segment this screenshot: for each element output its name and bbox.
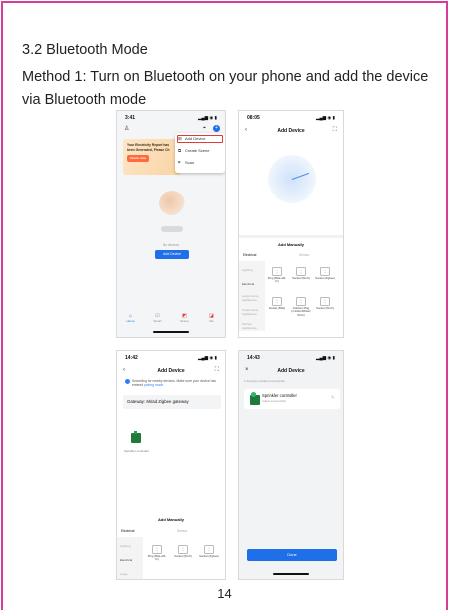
screen-title: Add Device [277, 368, 305, 374]
scan-small-icon[interactable]: ⌖ [203, 125, 206, 131]
device-tile[interactable]: ⁚⁚ Socket (Zigbee) [199, 545, 219, 558]
status-icons: ▂▄▆ ◉ ▮ [315, 355, 335, 360]
device-tile[interactable]: ⁚⁚ Outdoor Plug (2.4GHz&5GHz Wi-Fi) [291, 297, 311, 317]
socket-icon: ⁚⁚ [178, 545, 188, 554]
device-tile[interactable]: ⁚⁚ Socket (Wi-Fi) [173, 545, 193, 558]
socket-icon: ⁚⁚ [320, 297, 330, 306]
plus-icon[interactable]: + [213, 125, 220, 132]
bluetooth-scan-icon [125, 379, 130, 384]
edit-icon[interactable]: ✎ [331, 395, 335, 401]
add-manually-heading: Add Manually [277, 242, 304, 247]
user-icon[interactable]: ♙ [124, 125, 129, 132]
sidebar-item-small-appliances[interactable]: Small Home Appliances [242, 308, 264, 316]
status-icons: ▂▄▆ ◉ ▮ [197, 115, 217, 120]
status-time: 08:05 [247, 115, 260, 121]
socket-icon: ⁚⁚ [296, 267, 306, 276]
screenshot-add-device-scanning: 08:05 ▂▄▆ ◉ ▮ ‹ Add Device ⛶ Add Manuall… [238, 110, 344, 338]
socket-icon: ⁚⁚ [152, 545, 162, 554]
no-devices-text: No devices [162, 243, 180, 247]
tab-scene[interactable]: ◩ Scene [175, 313, 195, 327]
sidebar-item-kitchen[interactable]: Kitchen Appliances [242, 322, 264, 330]
sidebar-item-electrical[interactable]: Electrical [120, 558, 142, 563]
screen-title: Add Device [277, 128, 305, 134]
success-check-icon [251, 392, 256, 397]
sidebar-item-large[interactable]: Large [120, 572, 142, 577]
device-tile[interactable]: ⁚⁚ Socket (Wi-Fi) [315, 297, 335, 310]
page-number: 14 [217, 586, 232, 601]
home-indicator [273, 573, 309, 575]
category-tabs: Electrical Sensor [243, 253, 339, 257]
socket-icon: ⁚⁚ [272, 267, 282, 276]
tab-me[interactable]: ◪ Me [202, 313, 222, 327]
menu-item-add-device[interactable]: ⊞ Add Device [178, 136, 205, 142]
promo-banner[interactable]: Your Electricity Report has been Generat… [123, 139, 181, 175]
added-count-text: 1 device(s) added successfully [244, 379, 285, 383]
scan-icon: ⌗ [178, 160, 181, 165]
radar-sweep [291, 172, 310, 180]
screenshot-device-added: 14:43 ▂▄▆ ◉ ▮ × Add Device 1 device(s) a… [238, 350, 344, 580]
status-icons: ▂▄▆ ◉ ▮ [315, 115, 335, 120]
add-device-icon: ⊞ [178, 136, 182, 141]
screenshot-home-menu: 3:41 ▂▄▆ ◉ ▮ ♙ ⌖ + Your Electricity Repo… [116, 110, 226, 338]
socket-icon: ⁚⁚ [320, 267, 330, 276]
empty-state-illustration [159, 191, 185, 215]
tab-smart[interactable]: ☑ Smart [148, 313, 168, 327]
device-tile[interactable]: ⁚⁚ Socket (BLE) [267, 297, 287, 310]
radar-scan-graphic [268, 155, 316, 203]
done-button[interactable]: Done [247, 549, 337, 561]
sidebar-item-lighting[interactable]: Lighting [120, 544, 142, 549]
scan-corner-icon[interactable]: ⛶ [215, 367, 219, 374]
menu-item-scan[interactable]: ⌗ Scan [178, 160, 194, 165]
device-status: Added successfully [262, 399, 286, 403]
device-tile[interactable]: ⁚⁚ Socket (Wi-Fi) [291, 267, 311, 280]
sidebar-item-large-appliances[interactable]: Large Home Appliances [242, 294, 264, 302]
socket-icon: ⁚⁚ [296, 297, 306, 306]
category-tabs: Electrical Sensor [121, 529, 221, 533]
gateway-selector[interactable]: Gateway: Mirad Zigbee gateway [123, 395, 221, 409]
device-name: Sprinkler controller [262, 393, 297, 398]
menu-item-create-scene[interactable]: ⧉ Create Scene [178, 148, 209, 153]
divider [239, 235, 343, 238]
screen-title: Add Device [157, 368, 185, 374]
device-tile[interactable]: ⁚⁚ Socket (Zigbee) [315, 267, 335, 280]
scanning-notice: Searching for nearby devices. Make sure … [125, 379, 221, 388]
add-device-button[interactable]: Add Device [155, 250, 189, 259]
device-illustration [161, 226, 183, 232]
socket-icon: ⁚⁚ [272, 297, 282, 306]
added-device-card[interactable]: Sprinkler controller Added successfully … [244, 389, 340, 409]
socket-icon: ⁚⁚ [204, 545, 214, 554]
banner-text: Your Electricity Report has been Generat… [127, 143, 170, 152]
pairing-mode-link[interactable]: pairing mode [144, 383, 163, 387]
device-tile[interactable]: ⁚⁚ Plug (BLE+Wi-Fi) [147, 545, 167, 562]
screenshot-device-found: 14:42 ▂▄▆ ◉ ▮ ‹ Add Device ⛶ Searching f… [116, 350, 226, 580]
banner-check-button[interactable]: Check now [127, 155, 149, 162]
device-tile[interactable]: ⁚⁚ Plug (BLE+Wi-Fi) [267, 267, 287, 284]
tab-home[interactable]: ⌂ Home [121, 313, 141, 327]
status-time: 14:43 [247, 355, 260, 361]
add-menu-dropdown: ⊞ Add Device ⧉ Create Scene ⌗ Scan [175, 133, 225, 173]
sidebar-item-electrical[interactable]: Electrical [242, 282, 264, 287]
scene-icon: ⧉ [178, 148, 182, 153]
status-time: 14:42 [125, 355, 138, 361]
bottom-tab-bar: ⌂ Home ☑ Smart ◩ Scene ◪ Me [117, 313, 225, 327]
status-time: 3:41 [125, 115, 136, 121]
tab-sensor[interactable]: Sensor [177, 529, 187, 533]
add-manually-heading: Add Manually [157, 517, 184, 522]
method-text: Method 1: Turn on Bluetooth on your phon… [22, 69, 429, 108]
sprinkler-device-image[interactable] [131, 431, 141, 443]
scan-corner-icon[interactable]: ⛶ [333, 127, 337, 134]
tab-electrical[interactable]: Electrical [243, 253, 256, 257]
status-icons: ▂▄▆ ◉ ▮ [197, 355, 217, 360]
tab-sensor[interactable]: Sensor [299, 253, 309, 257]
tab-electrical[interactable]: Electrical [121, 529, 134, 533]
found-device-label: Sprinkler controller [124, 449, 150, 453]
sidebar-item-lighting[interactable]: Lighting [242, 268, 264, 273]
home-indicator [153, 331, 189, 333]
section-heading: 3.2 Bluetooth Mode [22, 42, 148, 58]
